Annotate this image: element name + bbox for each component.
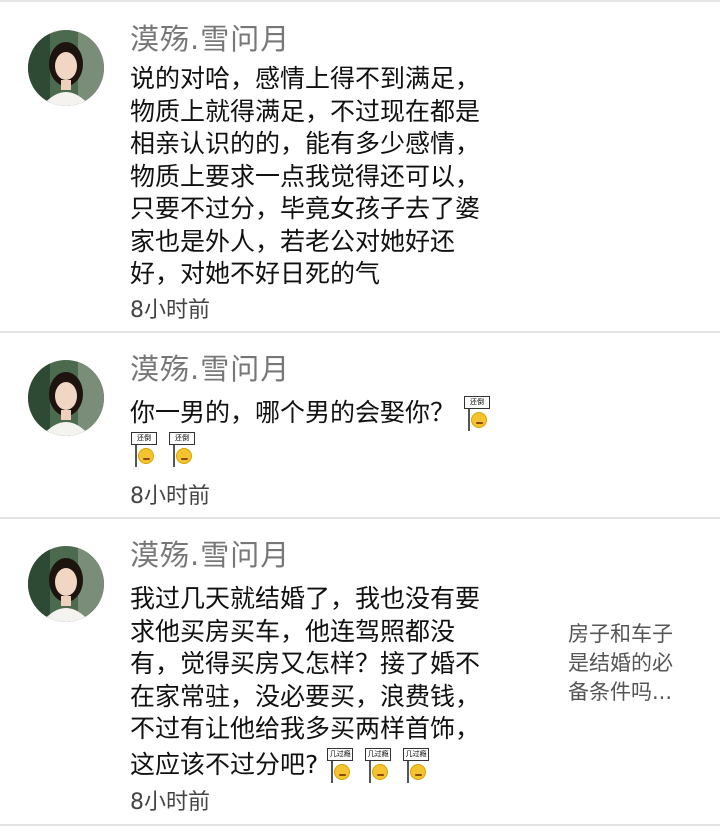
quoted-post-title-line: 是结婚的必 — [568, 651, 673, 675]
comment-text: 说的对哈，感情上得不到满足， 物质上就得满足，不过现在都是 相亲认识的的，能有多… — [130, 63, 480, 291]
quoted-post-title-line: 房子和车子 — [568, 622, 673, 646]
username[interactable]: 漠殇.雪问月 — [130, 532, 290, 574]
comment-text-line: 求他买房买车，他连驾照都没 — [130, 616, 456, 646]
comment-text-line: 你一男的，哪个男的会娶你？ — [130, 398, 456, 427]
top-divider — [0, 0, 720, 2]
quoted-post-title-line: 备条件吗... — [568, 680, 673, 704]
comment-text-line: 这应该不过分吧? — [130, 749, 319, 779]
quoted-post-title[interactable]: 房子和车子 是结婚的必 备条件吗... — [568, 620, 673, 707]
comment-divider — [0, 517, 720, 519]
timestamp: 8小时前 — [130, 790, 210, 815]
comment-text: 我过几天就结婚了，我也没有要 求他买房买车，他连驾照都没 有，觉得买房又怎样？接… — [130, 583, 480, 786]
comment-text-line: 不过有让他给我多买两样首饰， — [130, 714, 481, 743]
timestamp: 8小时前 — [130, 298, 210, 323]
sign-holding-emoji-icon: 几过瘾 — [364, 746, 394, 786]
timestamp: 8小时前 — [130, 484, 210, 509]
sign-holding-emoji-icon: 几过瘾 — [326, 746, 356, 786]
sign-holding-emoji-icon: 还倒 — [463, 394, 493, 434]
sign-holding-emoji-icon: 还倒 — [130, 430, 160, 470]
username[interactable]: 漠殇.雪问月 — [130, 16, 290, 58]
sign-holding-emoji-icon: 还倒 — [168, 430, 198, 470]
comment-text: 你一男的，哪个男的会娶你？ 还倒 还倒 还倒 — [130, 394, 493, 467]
comment-text-line: 说的对哈，感情上得不到满足， — [130, 64, 481, 93]
comment-text-line: 物质上就得满足，不过现在都是 — [130, 96, 481, 126]
comment-text-line: 好，对她不好日死的气 — [130, 259, 381, 288]
comment-text-line: 在家常驻，没必要买，浪费钱， — [130, 681, 481, 711]
comment-divider — [0, 824, 720, 826]
avatar[interactable] — [28, 546, 104, 622]
comment-divider — [0, 331, 720, 333]
comment-text-line: 相亲认识的的，能有多少感情， — [130, 129, 481, 158]
comment-text-line: 家也是外人，若老公对她好还 — [130, 226, 456, 256]
avatar[interactable] — [28, 360, 104, 436]
sign-holding-emoji-icon: 几过瘾 — [402, 746, 432, 786]
username[interactable]: 漠殇.雪问月 — [130, 346, 290, 388]
comment-text-line: 只要不过分，毕竟女孩子去了婆 — [130, 194, 481, 223]
avatar[interactable] — [28, 30, 104, 106]
comment-text-line: 物质上要求一点我觉得还可以， — [130, 161, 481, 191]
comment-text-line: 我过几天就结婚了，我也没有要 — [130, 584, 481, 613]
comment-text-line: 有，觉得买房又怎样？接了婚不 — [130, 649, 481, 678]
